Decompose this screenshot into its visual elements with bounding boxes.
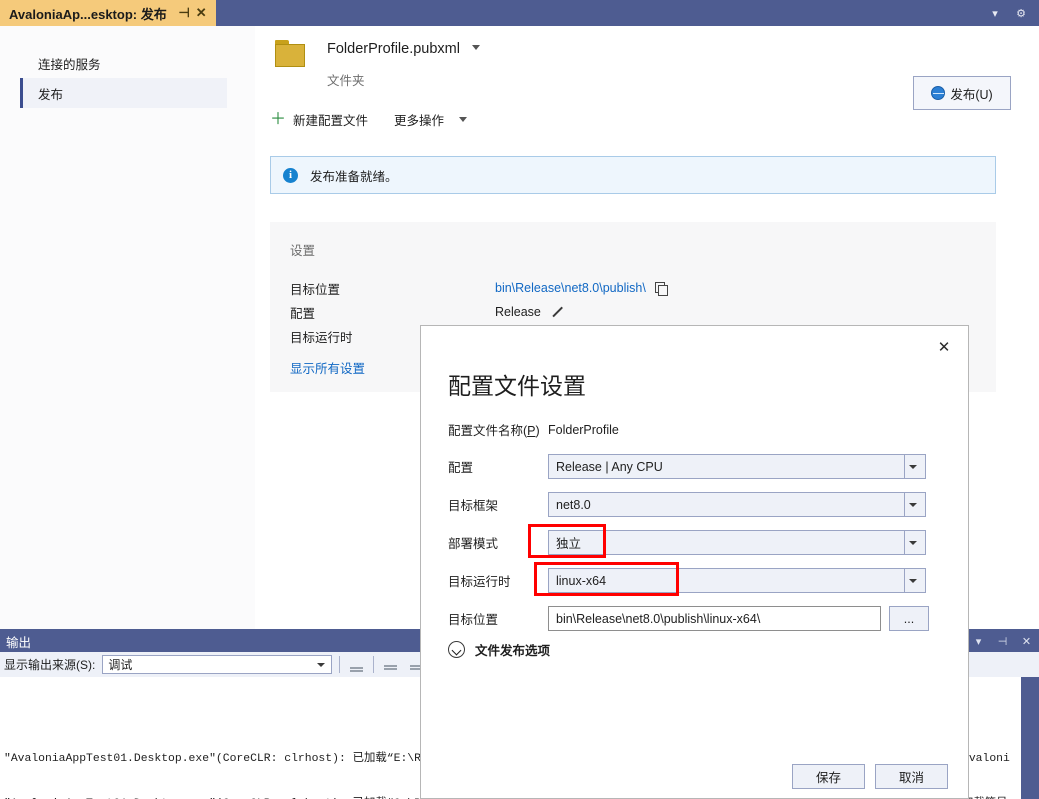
publish-button[interactable]: 发布(U) bbox=[913, 76, 1011, 110]
sidebar-item-label: 发布 bbox=[38, 87, 64, 102]
field-row-target-framework: 目标框架 net8.0 bbox=[448, 492, 926, 517]
go-to-previous-message-icon[interactable] bbox=[381, 655, 400, 674]
publish-button-label: 发布(U) bbox=[950, 87, 993, 102]
field-label: 部署模式 bbox=[448, 537, 499, 551]
profile-name-row[interactable]: FolderProfile.pubxml bbox=[327, 40, 481, 58]
file-publish-options-expander[interactable]: 文件发布选项 bbox=[448, 640, 550, 659]
chevron-down-icon[interactable]: ▾ bbox=[972, 634, 985, 648]
dialog-footer: 保存 取消 bbox=[421, 754, 968, 798]
chevron-down-icon bbox=[909, 578, 917, 583]
cancel-button[interactable]: 取消 bbox=[875, 763, 948, 789]
save-button[interactable]: 保存 bbox=[792, 763, 865, 789]
configuration-value: Release bbox=[495, 305, 541, 319]
profile-subtitle: 文件夹 bbox=[327, 74, 365, 88]
sidebar-item-publish[interactable]: 发布 bbox=[20, 78, 227, 108]
output-pane-title: 输出 bbox=[6, 635, 32, 650]
profile-name-text: FolderProfile.pubxml bbox=[327, 41, 460, 57]
more-actions-label: 更多操作 bbox=[394, 114, 445, 128]
target-runtime-value: linux-x64 bbox=[556, 573, 607, 588]
setting-label: 目标位置 bbox=[290, 282, 341, 297]
target-framework-value: net8.0 bbox=[556, 497, 591, 512]
new-profile-label: 新建配置文件 bbox=[293, 114, 369, 128]
copy-icon[interactable] bbox=[654, 282, 668, 296]
tab-strip-actions: ▾ ⚙ bbox=[987, 0, 1035, 26]
dialog-title: 配置文件设置 bbox=[448, 373, 586, 399]
chevron-down-icon bbox=[909, 464, 917, 469]
setting-row-target-location: 目标位置 bin\Release\net8.0\publish\ bbox=[290, 276, 996, 300]
field-row-configuration: 配置 Release | Any CPU bbox=[448, 454, 926, 479]
document-tab-publish[interactable]: AvaloniaAp...esktop: 发布 ⊣ ✕ bbox=[0, 0, 216, 26]
setting-label: 配置 bbox=[290, 306, 316, 321]
field-row-target-runtime: 目标运行时 linux-x64 bbox=[448, 568, 926, 593]
pin-tab-icon[interactable]: ⊣ bbox=[176, 3, 193, 23]
document-tab-strip: AvaloniaAp...esktop: 发布 ⊣ ✕ ▾ ⚙ bbox=[0, 0, 1039, 26]
chevron-down-icon[interactable] bbox=[472, 45, 481, 50]
sidebar-item-connected-services[interactable]: 连接的服务 bbox=[20, 48, 227, 78]
configuration-value: Release | Any CPU bbox=[556, 459, 663, 474]
pin-icon[interactable]: ⊣ bbox=[996, 634, 1009, 648]
close-icon[interactable]: ✕ bbox=[933, 336, 955, 358]
more-actions-button[interactable]: 更多操作 bbox=[394, 110, 468, 129]
toolbar-separator bbox=[373, 656, 375, 673]
output-line: Avaloni bbox=[962, 753, 1010, 765]
publish-toolbar: ＋ 新建配置文件 更多操作 bbox=[270, 110, 468, 129]
publish-profile-header: FolderProfile.pubxml 文件夹 bbox=[275, 40, 481, 89]
chevron-down-icon bbox=[459, 117, 468, 122]
browse-button[interactable]: ... bbox=[889, 606, 929, 631]
configuration-select[interactable]: Release | Any CPU bbox=[548, 454, 926, 479]
profile-name-label: 配置文件名称(P) bbox=[448, 424, 540, 438]
sidebar-item-label: 连接的服务 bbox=[38, 57, 101, 72]
field-row-target-location: 目标位置 bin\Release\net8.0\publish\linux-x6… bbox=[448, 606, 929, 631]
field-row-deployment-mode: 部署模式 独立 bbox=[448, 530, 926, 555]
field-label: 配置 bbox=[448, 461, 474, 475]
output-source-label: 显示输出来源(S): bbox=[4, 658, 96, 672]
close-icon[interactable]: ✕ bbox=[1020, 634, 1033, 648]
folder-icon bbox=[275, 40, 309, 68]
output-pane-right-edge bbox=[1021, 677, 1039, 799]
target-runtime-select[interactable]: linux-x64 bbox=[548, 568, 926, 593]
chevron-down-icon bbox=[317, 662, 326, 667]
profile-name-row: 配置文件名称(P) FolderProfile bbox=[448, 420, 619, 439]
infobar-text: 发布准备就绪。 bbox=[310, 169, 398, 184]
info-icon: i bbox=[283, 167, 298, 183]
gear-icon[interactable]: ⚙ bbox=[1013, 5, 1029, 21]
setting-row-configuration: 配置 Release bbox=[290, 300, 996, 324]
target-location-link[interactable]: bin\Release\net8.0\publish\ bbox=[495, 281, 646, 295]
profile-name-value: FolderProfile bbox=[548, 422, 619, 437]
publish-status-infobar: i 发布准备就绪。 bbox=[270, 156, 996, 194]
publish-sidebar: 连接的服务 发布 bbox=[0, 26, 255, 629]
document-tab-title: AvaloniaAp...esktop: 发布 bbox=[9, 6, 167, 22]
profile-settings-dialog: ✕ 配置文件设置 配置文件名称(P) FolderProfile 配置 Rele… bbox=[420, 325, 969, 799]
find-message-in-code-icon[interactable] bbox=[347, 655, 366, 674]
target-location-value: bin\Release\net8.0\publish\linux-x64\ bbox=[556, 611, 761, 626]
output-source-select[interactable]: 调试 bbox=[102, 655, 333, 674]
expander-label: 文件发布选项 bbox=[475, 644, 551, 658]
deployment-mode-value: 独立 bbox=[556, 537, 582, 551]
field-label: 目标框架 bbox=[448, 499, 499, 513]
field-label: 目标运行时 bbox=[448, 575, 511, 589]
chevron-down-icon bbox=[448, 641, 465, 658]
chevron-down-icon[interactable]: ▾ bbox=[987, 5, 1003, 21]
chevron-down-icon bbox=[909, 540, 917, 545]
plus-icon: ＋ bbox=[270, 110, 287, 128]
target-framework-select[interactable]: net8.0 bbox=[548, 492, 926, 517]
show-all-settings-link[interactable]: 显示所有设置 bbox=[290, 358, 365, 377]
output-source-value: 调试 bbox=[108, 658, 133, 672]
new-profile-button[interactable]: ＋ 新建配置文件 bbox=[270, 110, 368, 129]
publish-globe-icon bbox=[931, 86, 946, 100]
pencil-icon[interactable] bbox=[550, 306, 563, 319]
field-label: 目标位置 bbox=[448, 613, 499, 627]
output-text-right-fragment: Avaloni 加载符号 bbox=[962, 677, 1019, 799]
deployment-mode-select[interactable]: 独立 bbox=[548, 530, 926, 555]
toolbar-separator bbox=[339, 656, 341, 673]
settings-title: 设置 bbox=[290, 244, 316, 258]
chevron-down-icon bbox=[909, 502, 917, 507]
close-tab-icon[interactable]: ✕ bbox=[193, 3, 210, 23]
target-location-input[interactable]: bin\Release\net8.0\publish\linux-x64\ bbox=[548, 606, 881, 631]
